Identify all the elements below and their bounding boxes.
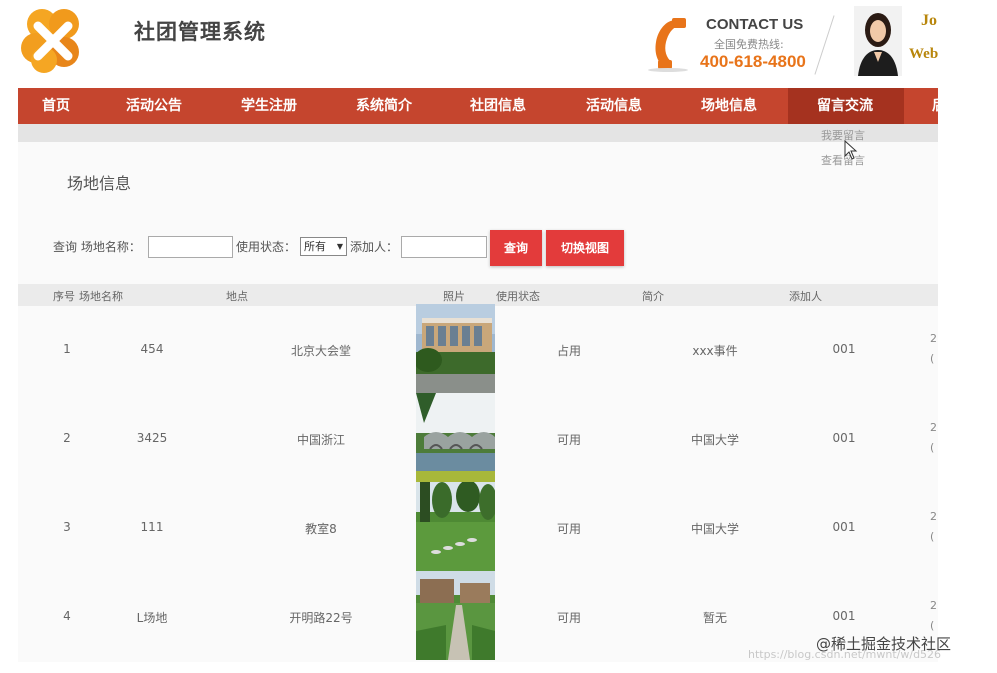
venue-photo-bridge[interactable]: [416, 393, 495, 482]
cell-id: 2: [63, 431, 71, 445]
cell-venue-name: 454: [140, 342, 164, 356]
cell-intro: 中国大学: [690, 433, 740, 447]
cell-id: 3: [63, 520, 71, 534]
cell-truncated-a: 2: [930, 510, 937, 523]
contact-phone: 400-618-4800: [700, 52, 806, 71]
nav-more[interactable]: 后: [932, 88, 938, 124]
watermark-text: @稀土掘金技术社区: [816, 635, 952, 653]
venue-photo-campus[interactable]: [416, 571, 495, 660]
cell-venue-name: 111: [140, 520, 164, 534]
cell-location: 开明路22号: [289, 611, 353, 625]
venue-photo-building[interactable]: [416, 304, 495, 393]
cell-adder: 001: [832, 520, 856, 534]
table-row[interactable]: 4 L场地 开明路22号 可用 暂无 001 2 (: [18, 571, 938, 660]
cell-intro: xxx事件: [692, 344, 738, 358]
chevron-down-icon: ▼: [336, 242, 343, 251]
cell-status: 可用: [556, 611, 582, 625]
col-id: 序号: [53, 290, 75, 303]
cell-id: 1: [63, 342, 71, 356]
table-row[interactable]: 2 3425 中国浙江 可用 中国大学 001 2 (: [18, 393, 938, 482]
adder-label: 添加人：: [350, 240, 399, 254]
mouse-cursor-icon: [844, 140, 858, 160]
cell-status: 可用: [556, 522, 582, 536]
adder-input[interactable]: [401, 236, 487, 258]
cell-intro: 中国大学: [690, 522, 740, 536]
nav-system-intro[interactable]: 系统简介: [356, 88, 412, 124]
main-nav: 首页 活动公告 学生注册 系统简介 社团信息 活动信息 场地信息 留言交流 后: [18, 88, 938, 124]
nav-announcements[interactable]: 活动公告: [126, 88, 182, 124]
brand-text-bottom: Web: [909, 46, 939, 62]
cell-truncated-b: (: [930, 352, 935, 365]
table-row[interactable]: 1 454 北京大会堂 占用 xxx事件 001 2 (: [18, 304, 938, 393]
status-select[interactable]: 所有 ▼: [300, 237, 347, 256]
dropdown-leave-message[interactable]: 我要留言: [821, 127, 865, 143]
cell-id: 4: [63, 609, 71, 623]
col-status: 使用状态: [496, 290, 540, 303]
nav-venue-info[interactable]: 场地信息: [701, 88, 757, 124]
cell-venue-name: L场地: [136, 611, 168, 625]
avatar: [854, 6, 902, 76]
cell-truncated-b: (: [930, 530, 935, 543]
phone-icon: [648, 18, 688, 72]
venue-photo-park[interactable]: [416, 482, 495, 571]
switch-view-button[interactable]: 切换视图: [546, 230, 624, 266]
header-divider: [814, 15, 835, 75]
cell-intro: 暂无: [702, 611, 728, 625]
col-photo: 照片: [443, 290, 465, 303]
cell-adder: 001: [832, 342, 856, 356]
cell-truncated-b: (: [930, 619, 935, 632]
cell-status: 可用: [556, 433, 582, 447]
nav-home[interactable]: 首页: [42, 88, 70, 124]
cell-venue-name: 3425: [136, 431, 168, 445]
page-title: 场地信息: [67, 174, 132, 193]
site-header: 社团管理系统 CONTACT US 全国免费热线: 400-618-4800 J…: [18, 0, 938, 88]
query-button[interactable]: 查询: [490, 230, 542, 266]
nav-student-register[interactable]: 学生注册: [241, 88, 297, 124]
cell-location: 中国浙江: [296, 433, 346, 447]
logo-icon[interactable]: [20, 8, 86, 74]
status-select-value: 所有: [304, 240, 326, 253]
col-venue-name: 场地名称: [79, 290, 123, 303]
cell-truncated-a: 2: [930, 599, 937, 612]
venue-name-label: 查询 场地名称：: [53, 240, 141, 254]
cell-status: 占用: [556, 344, 582, 358]
contact-title: CONTACT US: [706, 16, 804, 33]
table-row[interactable]: 3 111 教室8 可用 中国大学 001 2 (: [18, 482, 938, 571]
col-intro: 简介: [642, 290, 664, 303]
nav-shadow-band: [18, 124, 938, 142]
cell-truncated-a: 2: [930, 332, 937, 345]
brand-text-top: Jo: [921, 12, 937, 29]
cell-truncated-a: 2: [930, 421, 937, 434]
nav-activity-info[interactable]: 活动信息: [586, 88, 642, 124]
cell-truncated-b: (: [930, 441, 935, 454]
nav-message-board[interactable]: 留言交流: [788, 88, 904, 124]
table-header: 序号 场地名称 地点 照片 使用状态 简介 添加人: [18, 284, 938, 306]
cell-location: 北京大会堂: [290, 344, 352, 358]
contact-subtitle: 全国免费热线:: [714, 38, 784, 51]
site-title: 社团管理系统: [134, 20, 266, 44]
col-location: 地点: [226, 290, 248, 303]
cell-adder: 001: [832, 431, 856, 445]
venue-name-input[interactable]: [148, 236, 233, 258]
col-adder: 添加人: [789, 290, 822, 303]
cell-location: 教室8: [305, 522, 337, 536]
status-label: 使用状态：: [236, 240, 297, 254]
cell-adder: 001: [832, 609, 856, 623]
dropdown-view-messages[interactable]: 查看留言: [821, 152, 865, 168]
search-bar: 查询 场地名称： 使用状态： 所有 ▼ 添加人： 查询 切换视图: [53, 230, 753, 266]
nav-club-info[interactable]: 社团信息: [470, 88, 526, 124]
